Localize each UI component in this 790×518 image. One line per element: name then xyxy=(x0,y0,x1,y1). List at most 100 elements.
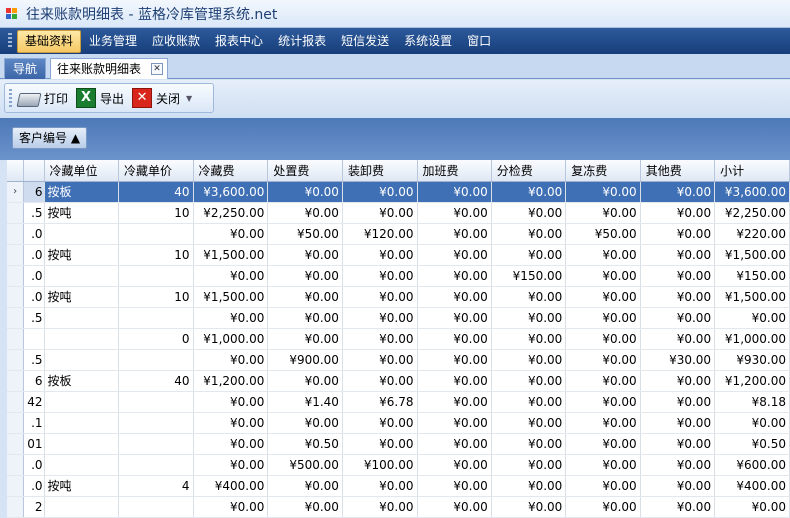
table-cell[interactable]: ¥0.00 xyxy=(193,223,269,245)
menu-item-window[interactable]: 窗口 xyxy=(460,31,498,52)
table-cell[interactable] xyxy=(118,412,194,434)
column-header[interactable]: 分检费 xyxy=(491,160,567,182)
table-cell[interactable]: ¥0.00 xyxy=(417,433,492,455)
group-chip-customer-id[interactable]: 客户编号 ▲ xyxy=(12,127,88,149)
table-cell[interactable]: .5 xyxy=(23,202,45,224)
table-cell[interactable]: ¥1,500.00 xyxy=(193,244,269,266)
table-cell[interactable]: ¥0.00 xyxy=(267,265,343,287)
menu-item-report-center[interactable]: 报表中心 xyxy=(208,31,270,52)
column-header[interactable]: 加班费 xyxy=(417,160,492,182)
table-cell[interactable]: ¥0.00 xyxy=(193,307,269,329)
column-header[interactable]: 冷藏单位 xyxy=(44,160,120,182)
table-cell[interactable] xyxy=(23,328,45,350)
table-cell[interactable]: .0 xyxy=(23,244,45,266)
table-cell[interactable]: ¥0.00 xyxy=(565,370,641,392)
table-cell[interactable]: ¥500.00 xyxy=(267,454,343,476)
table-cell[interactable]: ¥0.00 xyxy=(342,286,418,308)
table-cell[interactable] xyxy=(44,454,120,476)
menu-item-settings[interactable]: 系统设置 xyxy=(397,31,459,52)
table-cell[interactable]: ¥1.40 xyxy=(267,391,343,413)
table-cell[interactable]: ¥0.00 xyxy=(714,496,790,518)
table-cell[interactable]: ¥600.00 xyxy=(714,454,790,476)
table-cell[interactable]: ¥0.00 xyxy=(342,349,418,371)
table-cell[interactable]: ¥0.00 xyxy=(342,202,418,224)
table-cell[interactable]: ¥0.00 xyxy=(193,265,269,287)
table-row[interactable]: .0 ¥0.00 ¥50.00 ¥120.00 ¥0.00 ¥0.00 ¥50.00 ¥0.0… xyxy=(7,223,790,245)
table-cell[interactable]: ¥0.00 xyxy=(491,454,567,476)
table-cell[interactable]: ¥1,000.00 xyxy=(714,328,790,350)
table-cell[interactable]: 40 xyxy=(118,370,194,392)
table-cell[interactable]: 6 xyxy=(23,181,45,203)
table-row[interactable]: 01 ¥0.00 ¥0.50 ¥0.00 ¥0.00 ¥0.00 ¥0.00 ¥0.00 ¥0.… xyxy=(7,433,790,455)
table-cell[interactable] xyxy=(118,307,194,329)
table-cell[interactable]: ¥0.00 xyxy=(267,307,343,329)
column-header[interactable]: 冷藏费 xyxy=(193,160,269,182)
table-cell[interactable]: ¥0.00 xyxy=(565,265,641,287)
column-header[interactable]: 小计 xyxy=(714,160,790,182)
table-cell[interactable]: .0 xyxy=(23,286,45,308)
table-cell[interactable]: 42 xyxy=(23,391,45,413)
table-cell[interactable]: ¥930.00 xyxy=(714,349,790,371)
table-cell[interactable]: ¥0.50 xyxy=(267,433,343,455)
table-cell[interactable]: ¥0.00 xyxy=(417,181,492,203)
column-header[interactable] xyxy=(23,160,45,182)
table-cell[interactable]: ¥0.00 xyxy=(267,286,343,308)
close-button[interactable]: ✕ 关闭 xyxy=(132,88,180,108)
table-cell[interactable] xyxy=(118,454,194,476)
tab-navigation[interactable]: 导航 xyxy=(4,58,46,79)
table-cell[interactable]: ¥2,250.00 xyxy=(714,202,790,224)
table-cell[interactable]: ¥150.00 xyxy=(491,265,567,287)
row-indicator-icon[interactable] xyxy=(7,244,25,266)
row-indicator-icon[interactable] xyxy=(7,391,25,413)
table-row[interactable]: 0 ¥1,000.00 ¥0.00 ¥0.00 ¥0.00 ¥0.00 ¥0.00 ¥0.00… xyxy=(7,328,790,350)
table-row[interactable]: .0 按吨 10 ¥1,500.00 ¥0.00 ¥0.00 ¥0.00 ¥0.00 ¥0.00… xyxy=(7,286,790,308)
table-cell[interactable]: ¥1,200.00 xyxy=(193,370,269,392)
table-cell[interactable]: ¥0.00 xyxy=(640,433,716,455)
table-cell[interactable]: 40 xyxy=(118,181,194,203)
table-cell[interactable]: ¥3,600.00 xyxy=(193,181,269,203)
table-cell[interactable]: ¥100.00 xyxy=(342,454,418,476)
table-cell[interactable]: ¥0.00 xyxy=(565,202,641,224)
menu-item-basic-data[interactable]: 基础资料 xyxy=(17,29,82,53)
table-cell[interactable]: ¥150.00 xyxy=(714,265,790,287)
table-cell[interactable]: ¥0.00 xyxy=(342,244,418,266)
table-cell[interactable]: ¥1,500.00 xyxy=(714,244,790,266)
table-cell[interactable]: ¥0.00 xyxy=(565,181,641,203)
table-cell[interactable]: ¥0.00 xyxy=(342,328,418,350)
table-row[interactable]: .5 按吨 10 ¥2,250.00 ¥0.00 ¥0.00 ¥0.00 ¥0.00 ¥0.00… xyxy=(7,202,790,224)
table-cell[interactable]: ¥0.00 xyxy=(491,328,567,350)
table-cell[interactable]: ¥0.00 xyxy=(417,202,492,224)
table-cell[interactable]: 10 xyxy=(118,286,194,308)
table-cell[interactable]: ¥0.00 xyxy=(640,496,716,518)
table-cell[interactable]: .0 xyxy=(23,475,45,497)
table-cell[interactable]: ¥0.00 xyxy=(193,349,269,371)
table-cell[interactable]: ¥0.00 xyxy=(342,496,418,518)
table-cell[interactable]: 0 xyxy=(118,328,194,350)
row-indicator-icon[interactable] xyxy=(7,265,25,287)
table-cell[interactable]: ¥0.00 xyxy=(565,454,641,476)
table-cell[interactable]: ¥0.00 xyxy=(491,370,567,392)
table-cell[interactable]: ¥0.00 xyxy=(342,433,418,455)
table-cell[interactable]: ¥0.00 xyxy=(640,475,716,497)
table-cell[interactable]: ¥8.18 xyxy=(714,391,790,413)
table-cell[interactable]: ¥0.00 xyxy=(640,370,716,392)
table-cell[interactable] xyxy=(118,433,194,455)
table-cell[interactable] xyxy=(118,391,194,413)
table-cell[interactable]: ¥0.00 xyxy=(491,244,567,266)
table-cell[interactable]: ¥0.00 xyxy=(491,181,567,203)
table-cell[interactable] xyxy=(44,391,120,413)
table-cell[interactable]: ¥0.00 xyxy=(267,496,343,518)
table-cell[interactable] xyxy=(44,265,120,287)
table-cell[interactable]: ¥0.00 xyxy=(417,370,492,392)
table-cell[interactable]: ¥0.00 xyxy=(491,307,567,329)
table-cell[interactable] xyxy=(118,265,194,287)
table-cell[interactable]: ¥120.00 xyxy=(342,223,418,245)
table-row[interactable]: .0 ¥0.00 ¥500.00 ¥100.00 ¥0.00 ¥0.00 ¥0.00 ¥0.0… xyxy=(7,454,790,476)
table-cell[interactable]: ¥0.00 xyxy=(565,244,641,266)
table-cell[interactable] xyxy=(44,223,120,245)
table-cell[interactable]: .0 xyxy=(23,265,45,287)
table-cell[interactable]: ¥0.00 xyxy=(565,328,641,350)
table-cell[interactable]: ¥0.00 xyxy=(491,412,567,434)
table-cell[interactable]: ¥0.00 xyxy=(193,412,269,434)
table-cell[interactable]: ¥0.00 xyxy=(640,412,716,434)
